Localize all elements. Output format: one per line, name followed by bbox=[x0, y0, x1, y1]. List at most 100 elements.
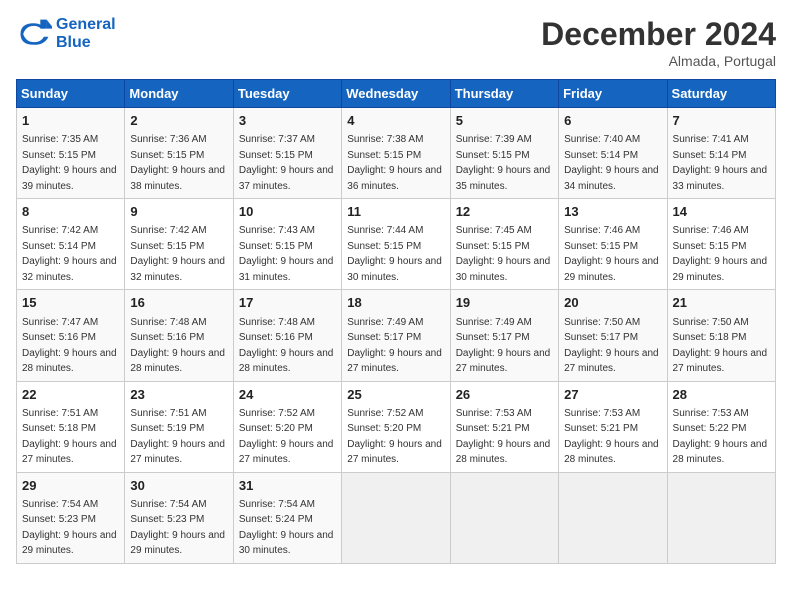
day-number: 29 bbox=[22, 477, 119, 495]
day-cell-25: 25 Sunrise: 7:52 AMSunset: 5:20 PMDayligh… bbox=[342, 381, 450, 472]
day-detail: Sunrise: 7:52 AMSunset: 5:20 PMDaylight:… bbox=[347, 408, 442, 466]
day-number: 18 bbox=[347, 294, 444, 312]
day-cell-12: 12 Sunrise: 7:45 AMSunset: 5:15 PMDayligh… bbox=[450, 199, 558, 290]
page-header: General Blue December 2024 Almada, Portu… bbox=[16, 16, 776, 69]
day-cell-19: 19 Sunrise: 7:49 AMSunset: 5:17 PMDayligh… bbox=[450, 290, 558, 381]
day-cell-16: 16 Sunrise: 7:48 AMSunset: 5:16 PMDayligh… bbox=[125, 290, 233, 381]
day-detail: Sunrise: 7:50 AMSunset: 5:18 PMDaylight:… bbox=[673, 317, 768, 375]
day-number: 10 bbox=[239, 203, 336, 221]
month-title: December 2024 bbox=[541, 16, 776, 53]
day-number: 14 bbox=[673, 203, 770, 221]
day-cell-9: 9 Sunrise: 7:42 AMSunset: 5:15 PMDaylight… bbox=[125, 199, 233, 290]
day-number: 28 bbox=[673, 386, 770, 404]
day-cell-8: 8Sunrise: 7:42 AMSunset: 5:14 PMDaylight… bbox=[17, 199, 125, 290]
day-number: 26 bbox=[456, 386, 553, 404]
day-cell-17: 17 Sunrise: 7:48 AMSunset: 5:16 PMDayligh… bbox=[233, 290, 341, 381]
day-cell-14: 14 Sunrise: 7:46 AMSunset: 5:15 PMDayligh… bbox=[667, 199, 775, 290]
day-cell-1: 1 Sunrise: 7:35 AMSunset: 5:15 PMDaylight… bbox=[17, 108, 125, 199]
day-detail: Sunrise: 7:51 AMSunset: 5:19 PMDaylight:… bbox=[130, 408, 225, 466]
day-headers: SundayMondayTuesdayWednesdayThursdayFrid… bbox=[17, 80, 776, 108]
day-detail: Sunrise: 7:41 AMSunset: 5:14 PMDaylight:… bbox=[673, 134, 768, 192]
day-cell-30: 30Sunrise: 7:54 AMSunset: 5:23 PMDayligh… bbox=[125, 472, 233, 563]
day-detail: Sunrise: 7:49 AMSunset: 5:17 PMDaylight:… bbox=[347, 317, 442, 375]
day-detail: Sunrise: 7:45 AMSunset: 5:15 PMDaylight:… bbox=[456, 225, 551, 283]
day-detail: Sunrise: 7:38 AMSunset: 5:15 PMDaylight:… bbox=[347, 134, 442, 192]
day-detail: Sunrise: 7:54 AMSunset: 5:23 PMDaylight:… bbox=[130, 499, 225, 557]
day-number: 23 bbox=[130, 386, 227, 404]
day-detail: Sunrise: 7:46 AMSunset: 5:15 PMDaylight:… bbox=[564, 225, 659, 283]
day-number: 25 bbox=[347, 386, 444, 404]
day-cell-7: 7Sunrise: 7:41 AMSunset: 5:14 PMDaylight… bbox=[667, 108, 775, 199]
day-header-friday: Friday bbox=[559, 80, 667, 108]
day-number: 13 bbox=[564, 203, 661, 221]
day-number: 31 bbox=[239, 477, 336, 495]
day-detail: Sunrise: 7:48 AMSunset: 5:16 PMDaylight:… bbox=[130, 317, 225, 375]
day-cell-27: 27 Sunrise: 7:53 AMSunset: 5:21 PMDayligh… bbox=[559, 381, 667, 472]
week-row-3: 15 Sunrise: 7:47 AMSunset: 5:16 PMDayligh… bbox=[17, 290, 776, 381]
day-detail: Sunrise: 7:54 AMSunset: 5:24 PMDaylight:… bbox=[239, 499, 334, 557]
logo-icon bbox=[16, 16, 52, 52]
location-subtitle: Almada, Portugal bbox=[541, 53, 776, 69]
day-detail: Sunrise: 7:53 AMSunset: 5:21 PMDaylight:… bbox=[564, 408, 659, 466]
day-detail: Sunrise: 7:53 AMSunset: 5:22 PMDaylight:… bbox=[673, 408, 768, 466]
day-cell-6: 6 Sunrise: 7:40 AMSunset: 5:14 PMDaylight… bbox=[559, 108, 667, 199]
week-row-5: 29 Sunrise: 7:54 AMSunset: 5:23 PMDayligh… bbox=[17, 472, 776, 563]
day-number: 17 bbox=[239, 294, 336, 312]
day-detail: Sunrise: 7:48 AMSunset: 5:16 PMDaylight:… bbox=[239, 317, 334, 375]
week-row-4: 22Sunrise: 7:51 AMSunset: 5:18 PMDayligh… bbox=[17, 381, 776, 472]
day-cell-2: 2Sunrise: 7:36 AMSunset: 5:15 PMDaylight… bbox=[125, 108, 233, 199]
week-row-2: 8Sunrise: 7:42 AMSunset: 5:14 PMDaylight… bbox=[17, 199, 776, 290]
day-detail: Sunrise: 7:46 AMSunset: 5:15 PMDaylight:… bbox=[673, 225, 768, 283]
day-detail: Sunrise: 7:40 AMSunset: 5:14 PMDaylight:… bbox=[564, 134, 659, 192]
day-number: 11 bbox=[347, 203, 444, 221]
day-cell-11: 11 Sunrise: 7:44 AMSunset: 5:15 PMDayligh… bbox=[342, 199, 450, 290]
day-detail: Sunrise: 7:36 AMSunset: 5:15 PMDaylight:… bbox=[130, 134, 225, 192]
day-number: 19 bbox=[456, 294, 553, 312]
day-cell-29: 29Sunrise: 7:54 AMSunset: 5:23 PMDayligh… bbox=[17, 472, 125, 563]
day-cell-4: 4 Sunrise: 7:38 AMSunset: 5:15 PMDaylight… bbox=[342, 108, 450, 199]
day-cell-26: 26 Sunrise: 7:53 AMSunset: 5:21 PMDayligh… bbox=[450, 381, 558, 472]
day-number: 24 bbox=[239, 386, 336, 404]
logo-general: General bbox=[56, 16, 116, 33]
day-number: 27 bbox=[564, 386, 661, 404]
day-header-sunday: Sunday bbox=[17, 80, 125, 108]
day-detail: Sunrise: 7:43 AMSunset: 5:15 PMDaylight:… bbox=[239, 225, 334, 283]
day-number: 20 bbox=[564, 294, 661, 312]
day-cell-23: 23 Sunrise: 7:51 AMSunset: 5:19 PMDayligh… bbox=[125, 381, 233, 472]
day-detail: Sunrise: 7:51 AMSunset: 5:18 PMDaylight:… bbox=[22, 408, 117, 466]
empty-cell bbox=[559, 472, 667, 563]
day-number: 1 bbox=[22, 112, 119, 130]
empty-cell bbox=[342, 472, 450, 563]
day-detail: Sunrise: 7:35 AMSunset: 5:15 PMDaylight:… bbox=[22, 134, 117, 192]
day-detail: Sunrise: 7:52 AMSunset: 5:20 PMDaylight:… bbox=[239, 408, 334, 466]
week-row-1: 1 Sunrise: 7:35 AMSunset: 5:15 PMDaylight… bbox=[17, 108, 776, 199]
day-cell-22: 22Sunrise: 7:51 AMSunset: 5:18 PMDayligh… bbox=[17, 381, 125, 472]
day-cell-31: 31 Sunrise: 7:54 AMSunset: 5:24 PMDayligh… bbox=[233, 472, 341, 563]
day-detail: Sunrise: 7:42 AMSunset: 5:14 PMDaylight:… bbox=[22, 225, 117, 283]
day-cell-15: 15 Sunrise: 7:47 AMSunset: 5:16 PMDayligh… bbox=[17, 290, 125, 381]
day-number: 9 bbox=[130, 203, 227, 221]
day-detail: Sunrise: 7:42 AMSunset: 5:15 PMDaylight:… bbox=[130, 225, 225, 283]
day-cell-13: 13 Sunrise: 7:46 AMSunset: 5:15 PMDayligh… bbox=[559, 199, 667, 290]
day-detail: Sunrise: 7:47 AMSunset: 5:16 PMDaylight:… bbox=[22, 317, 117, 375]
day-detail: Sunrise: 7:44 AMSunset: 5:15 PMDaylight:… bbox=[347, 225, 442, 283]
day-number: 6 bbox=[564, 112, 661, 130]
day-number: 3 bbox=[239, 112, 336, 130]
day-number: 15 bbox=[22, 294, 119, 312]
day-number: 21 bbox=[673, 294, 770, 312]
day-header-monday: Monday bbox=[125, 80, 233, 108]
day-header-saturday: Saturday bbox=[667, 80, 775, 108]
day-detail: Sunrise: 7:37 AMSunset: 5:15 PMDaylight:… bbox=[239, 134, 334, 192]
day-detail: Sunrise: 7:53 AMSunset: 5:21 PMDaylight:… bbox=[456, 408, 551, 466]
day-cell-21: 21 Sunrise: 7:50 AMSunset: 5:18 PMDayligh… bbox=[667, 290, 775, 381]
day-number: 5 bbox=[456, 112, 553, 130]
day-number: 16 bbox=[130, 294, 227, 312]
title-area: December 2024 Almada, Portugal bbox=[541, 16, 776, 69]
day-number: 12 bbox=[456, 203, 553, 221]
day-detail: Sunrise: 7:49 AMSunset: 5:17 PMDaylight:… bbox=[456, 317, 551, 375]
day-number: 4 bbox=[347, 112, 444, 130]
day-cell-10: 10 Sunrise: 7:43 AMSunset: 5:15 PMDayligh… bbox=[233, 199, 341, 290]
logo: General Blue bbox=[16, 16, 116, 52]
day-cell-24: 24 Sunrise: 7:52 AMSunset: 5:20 PMDayligh… bbox=[233, 381, 341, 472]
logo-text: General Blue bbox=[56, 16, 116, 51]
